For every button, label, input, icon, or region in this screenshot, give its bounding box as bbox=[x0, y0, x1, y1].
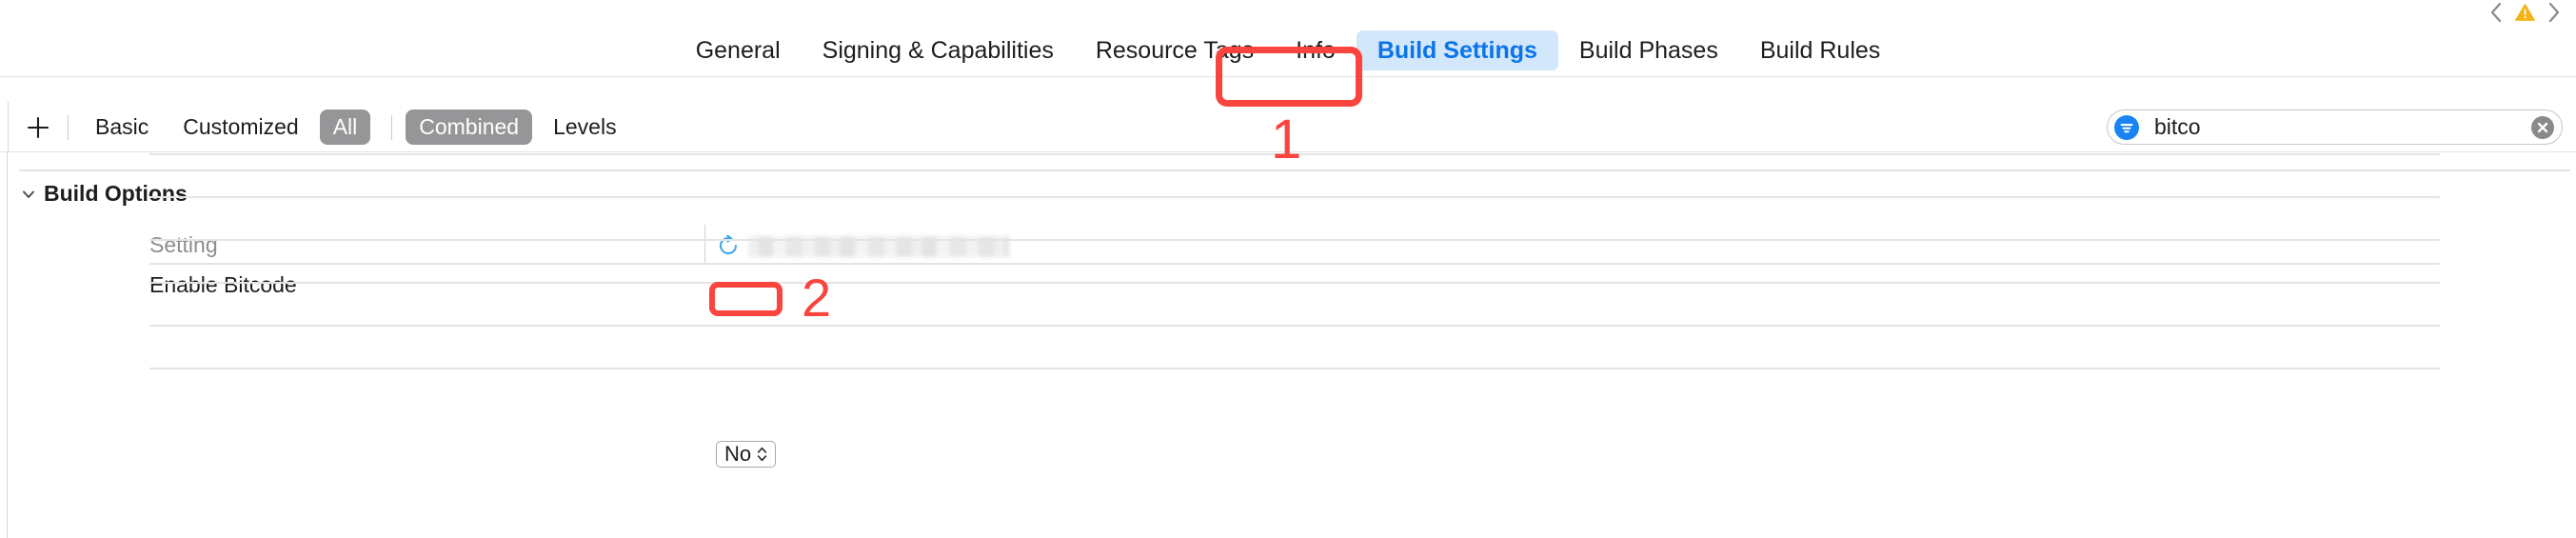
enable-bitcode-value-popup[interactable]: No bbox=[716, 441, 776, 468]
toolbar-divider bbox=[68, 114, 69, 140]
chevron-left-icon[interactable] bbox=[2489, 2, 2503, 23]
tab-build-rules[interactable]: Build Rules bbox=[1739, 30, 1901, 71]
filter-all-button[interactable]: All bbox=[319, 109, 371, 146]
tab-label: Build Phases bbox=[1578, 36, 1718, 64]
left-gutter-rule bbox=[7, 152, 8, 538]
filter-label: Customized bbox=[183, 113, 299, 139]
table-top-rule bbox=[19, 169, 2570, 171]
tab-label: Resource Tags bbox=[1095, 36, 1255, 64]
chevron-down-icon[interactable] bbox=[19, 185, 38, 204]
filter-combined-button[interactable]: Combined bbox=[406, 109, 533, 146]
row-separator bbox=[149, 282, 2440, 284]
xcode-build-settings-pane: General Signing & Capabilities Resource … bbox=[0, 0, 2576, 538]
tab-info[interactable]: Info bbox=[1275, 30, 1357, 71]
tab-label: Info bbox=[1296, 36, 1336, 64]
search-input[interactable]: bitco bbox=[2107, 110, 2563, 145]
tab-build-settings[interactable]: Build Settings bbox=[1356, 30, 1558, 71]
tab-label: Build Settings bbox=[1377, 36, 1537, 64]
warning-triangle-icon[interactable] bbox=[2515, 3, 2535, 22]
row-separator bbox=[149, 325, 2440, 327]
filter-basic-button[interactable]: Basic bbox=[82, 110, 162, 146]
toolbar-divider bbox=[391, 114, 393, 140]
search-value-text: bitco bbox=[2154, 113, 2201, 139]
editor-tab-bar: General Signing & Capabilities Resource … bbox=[0, 25, 2576, 77]
settings-group-build-options[interactable]: Build Options bbox=[19, 181, 188, 208]
stepper-chevrons-icon[interactable] bbox=[757, 445, 767, 464]
tab-label: Build Rules bbox=[1759, 36, 1881, 64]
row-separator bbox=[149, 368, 2440, 369]
filter-levels-button[interactable]: Levels bbox=[540, 110, 629, 146]
tab-build-phases[interactable]: Build Phases bbox=[1558, 30, 1739, 71]
filter-label: Levels bbox=[553, 113, 617, 139]
setting-value-text: No bbox=[724, 441, 752, 466]
tab-general[interactable]: General bbox=[675, 30, 802, 71]
build-settings-table: Build Options Setting Enable Bitcode No bbox=[0, 152, 2576, 538]
row-separator bbox=[149, 239, 2440, 241]
filter-circle-icon[interactable] bbox=[2114, 114, 2139, 140]
settings-header-row: Setting bbox=[149, 225, 2440, 266]
tab-label: Signing & Capabilities bbox=[822, 36, 1054, 64]
filter-label: All bbox=[332, 113, 358, 139]
row-separator bbox=[149, 196, 2440, 198]
chevron-right-icon[interactable] bbox=[2547, 2, 2561, 23]
build-settings-toolbar: Basic Customized All Combined Levels bit… bbox=[0, 102, 2576, 152]
settings-group-title: Build Options bbox=[44, 181, 188, 207]
filter-label: Basic bbox=[95, 113, 149, 139]
row-separator bbox=[149, 153, 2440, 155]
refresh-circular-arrow-icon[interactable] bbox=[717, 234, 740, 257]
tab-list: General Signing & Capabilities Resource … bbox=[675, 30, 1902, 71]
plus-icon[interactable] bbox=[22, 111, 54, 144]
top-navigation-bar bbox=[0, 0, 2576, 25]
filter-customized-button[interactable]: Customized bbox=[169, 110, 311, 146]
value-column-divider bbox=[704, 225, 705, 265]
filter-label: Combined bbox=[419, 113, 520, 139]
clear-circle-icon[interactable] bbox=[2531, 115, 2554, 139]
settings-header-label: Setting bbox=[149, 231, 218, 257]
navigation-controls bbox=[2489, 0, 2561, 25]
tab-signing-capabilities[interactable]: Signing & Capabilities bbox=[802, 30, 1075, 71]
settings-row-enable-bitcode[interactable]: Enable Bitcode bbox=[149, 265, 2440, 306]
tab-label: General bbox=[695, 36, 781, 64]
setting-name-label: Enable Bitcode bbox=[149, 271, 297, 297]
toolbar-filter-group: Basic Customized All Combined Levels bbox=[8, 102, 638, 152]
tab-resource-tags[interactable]: Resource Tags bbox=[1075, 30, 1275, 71]
